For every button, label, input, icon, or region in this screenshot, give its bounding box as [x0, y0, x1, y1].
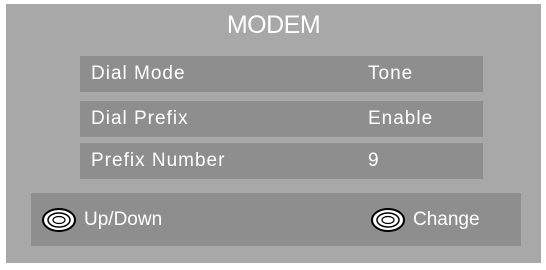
menu-item-value: Tone: [368, 63, 414, 84]
menu-item-label: Prefix Number: [91, 150, 226, 171]
help-up-down: Up/Down: [41, 193, 162, 246]
remote-dpad-icon: [42, 207, 76, 232]
menu-item-value: 9: [368, 150, 380, 171]
menu-item-dial-prefix[interactable]: Dial Prefix Enable: [80, 101, 483, 137]
menu-item-label: Dial Mode: [91, 63, 186, 84]
help-up-down-label: Up/Down: [84, 208, 163, 230]
menu-item-prefix-number[interactable]: Prefix Number 9: [80, 143, 483, 179]
menu-item-dial-mode[interactable]: Dial Mode Tone: [80, 56, 483, 92]
menu-item-value: Enable: [368, 108, 434, 129]
menu-item-label: Dial Prefix: [91, 108, 189, 129]
remote-dpad-icon: [371, 207, 405, 232]
help-change: Change: [370, 193, 480, 246]
help-bar: Up/Down Change: [31, 193, 521, 246]
menu-title: MODEM: [226, 11, 321, 39]
help-change-label: Change: [413, 208, 480, 230]
modem-osd-panel: MODEM Dial Mode Tone Dial Prefix Enable …: [6, 4, 541, 263]
